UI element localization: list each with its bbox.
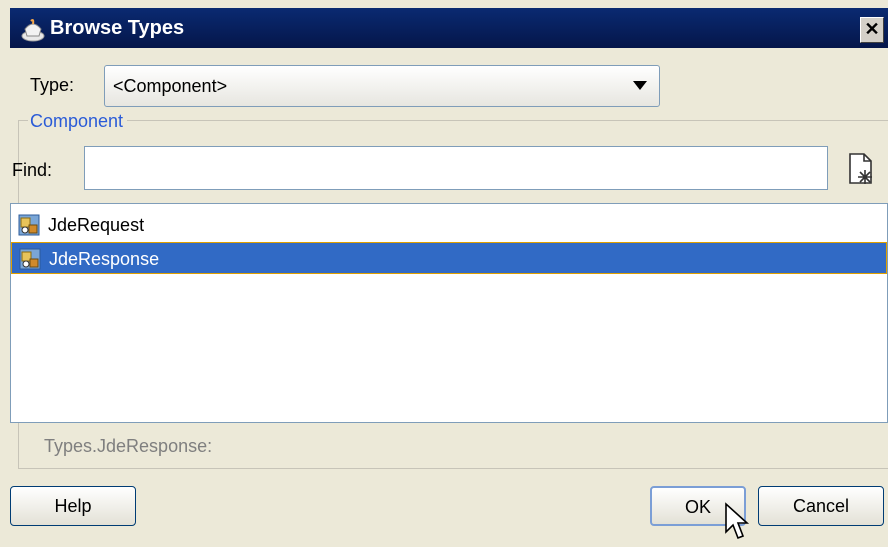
- type-select-value: <Component>: [113, 76, 228, 96]
- title-bar[interactable]: Browse Types ✕: [10, 8, 888, 48]
- app-cup-icon: [21, 19, 45, 42]
- mouse-cursor-icon: [725, 502, 750, 540]
- list-item[interactable]: JdeRequest: [11, 209, 887, 241]
- list-item-label: JdeRequest: [48, 215, 145, 235]
- type-select[interactable]: <Component>: [104, 65, 660, 107]
- type-label: Type:: [30, 75, 75, 95]
- component-group-legend: Component: [28, 111, 128, 132]
- help-button[interactable]: Help: [10, 486, 136, 526]
- browse-types-dialog: Browse Types ✕ Type: <Component> Compone…: [0, 0, 888, 547]
- close-button[interactable]: ✕: [860, 17, 884, 43]
- cancel-button[interactable]: Cancel: [758, 486, 884, 526]
- status-text: Types.JdeResponse:: [44, 436, 213, 456]
- component-type-icon: [19, 248, 41, 270]
- find-label: Find:: [12, 160, 53, 180]
- chevron-down-icon[interactable]: [633, 81, 647, 90]
- type-list[interactable]: JdeRequest JdeResponse: [10, 203, 888, 423]
- close-icon: ✕: [864, 19, 880, 39]
- find-input[interactable]: [84, 146, 828, 190]
- clear-find-icon[interactable]: [846, 152, 876, 186]
- window-title: Browse Types: [50, 17, 185, 39]
- list-item-selected[interactable]: JdeResponse: [11, 242, 887, 274]
- list-item-label: JdeResponse: [49, 249, 160, 269]
- component-type-icon: [18, 214, 40, 236]
